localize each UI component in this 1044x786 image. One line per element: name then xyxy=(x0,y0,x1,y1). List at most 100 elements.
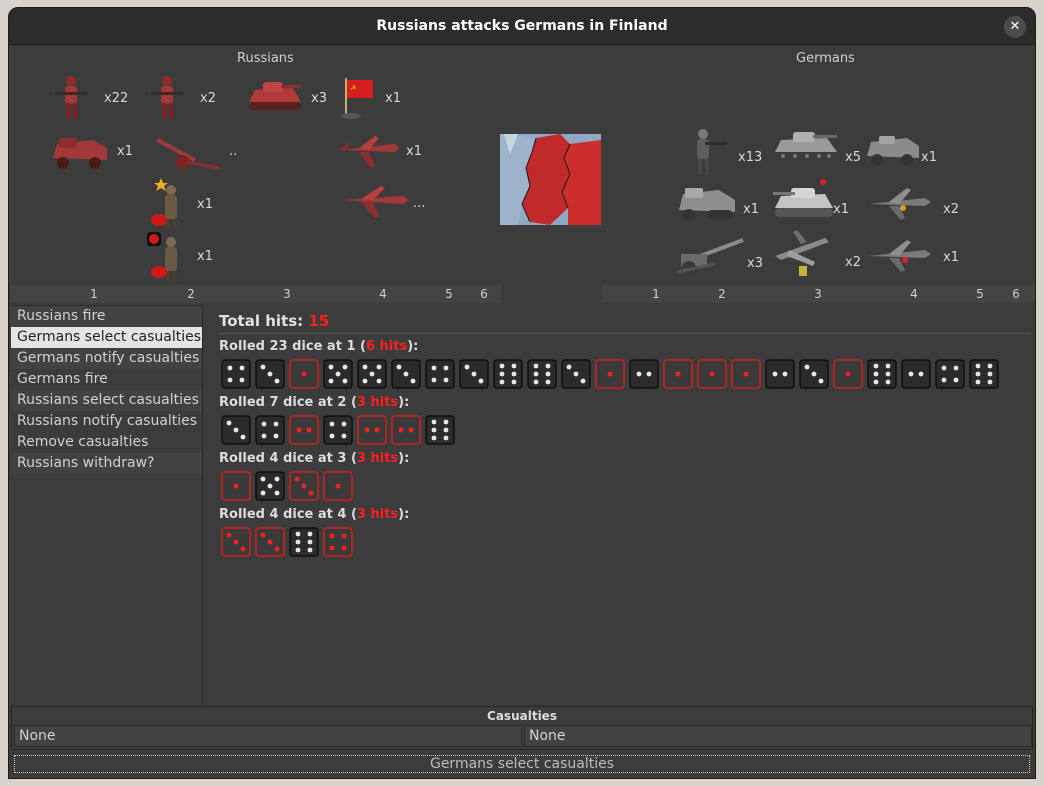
die-pip xyxy=(341,533,347,539)
die-pip xyxy=(431,435,437,441)
die-pip xyxy=(941,365,947,371)
die-pip xyxy=(533,379,539,385)
dice-row xyxy=(221,527,1031,557)
roll-suffix: ): xyxy=(398,507,410,522)
die-pip xyxy=(260,364,266,370)
dice-row xyxy=(221,359,1031,389)
die-pip xyxy=(296,427,302,433)
die-pip xyxy=(273,433,279,439)
die-pip xyxy=(335,371,341,377)
step-item[interactable]: Germans notify casualties xyxy=(11,348,202,369)
unit-count: x2 xyxy=(845,255,861,270)
step-item[interactable]: Germans fire xyxy=(11,369,202,390)
die-pip xyxy=(533,371,539,377)
roll-heading: Rolled 4 dice at 3 (3 hits): xyxy=(219,451,1031,466)
die-hit-icon xyxy=(323,471,353,501)
die-pip xyxy=(499,379,505,385)
infantry-icon xyxy=(55,76,87,119)
roll-suffix: ): xyxy=(407,339,419,354)
die-pip xyxy=(873,379,879,385)
die-miss-icon xyxy=(527,359,557,389)
die-miss-icon xyxy=(323,415,353,445)
die-pip xyxy=(782,371,788,377)
die-pip xyxy=(260,532,266,538)
die-pip xyxy=(987,363,993,369)
heavy-tank-icon xyxy=(773,179,833,217)
step-item[interactable]: Russians withdraw? xyxy=(11,453,202,474)
column-number: 1 xyxy=(652,287,660,301)
die-pip xyxy=(545,379,551,385)
roll-suffix: ): xyxy=(398,451,410,466)
die-pip xyxy=(804,364,810,370)
bomber-icon xyxy=(775,230,829,276)
die-pip xyxy=(329,421,335,427)
die-pip xyxy=(308,490,314,496)
fighter-ace-icon xyxy=(869,240,931,272)
die-pip xyxy=(885,379,891,385)
step-item-active[interactable]: Germans select casualties xyxy=(11,327,202,348)
die-pip xyxy=(431,419,437,425)
roll-prefix: Rolled 23 dice at 1 ( xyxy=(219,339,366,354)
action-button[interactable]: Germans select casualties xyxy=(14,755,1030,773)
die-pip xyxy=(364,427,370,433)
die-pip xyxy=(873,363,879,369)
roll-heading: Rolled 4 dice at 4 (3 hits): xyxy=(219,507,1031,522)
die-pip xyxy=(239,365,245,371)
die-hit-icon xyxy=(595,359,625,389)
die-miss-icon xyxy=(901,359,931,389)
die-pip xyxy=(709,371,715,377)
column-number: 1 xyxy=(90,287,98,301)
unit-count: x2 xyxy=(200,91,216,106)
total-hits: Total hits: 15 xyxy=(219,312,1031,330)
step-item[interactable]: Russians fire xyxy=(11,306,202,327)
die-pip xyxy=(329,433,335,439)
die-pip xyxy=(443,365,449,371)
die-pip xyxy=(398,427,404,433)
die-miss-icon xyxy=(255,359,285,389)
step-item[interactable]: Russians select casualties xyxy=(11,390,202,411)
close-button[interactable]: ✕ xyxy=(1004,16,1026,38)
die-pip xyxy=(307,531,313,537)
unit-count: x1 xyxy=(406,144,422,159)
die-pip xyxy=(329,533,335,539)
unit-count: ... xyxy=(413,196,426,211)
infantry-icon xyxy=(697,129,727,175)
die-pip xyxy=(533,363,539,369)
die-pip xyxy=(675,371,681,377)
die-pip xyxy=(772,371,778,377)
die-hit-icon xyxy=(323,527,353,557)
die-pip xyxy=(376,378,382,384)
divider xyxy=(219,333,1031,334)
die-pip xyxy=(885,371,891,377)
die-hit-icon xyxy=(255,527,285,557)
die-pip xyxy=(499,371,505,377)
die-miss-icon xyxy=(221,359,251,389)
die-miss-icon xyxy=(221,415,251,445)
die-pip xyxy=(975,371,981,377)
die-hit-icon xyxy=(221,527,251,557)
step-item[interactable]: Remove casualties xyxy=(11,432,202,453)
die-hit-icon xyxy=(391,415,421,445)
artillery-icon xyxy=(676,238,744,275)
halftrack-icon xyxy=(679,188,735,221)
die-pip xyxy=(885,363,891,369)
die-pip xyxy=(987,379,993,385)
die-pip xyxy=(294,476,300,482)
die-pip xyxy=(845,371,851,377)
die-pip xyxy=(227,377,233,383)
die-hit-icon xyxy=(289,415,319,445)
die-pip xyxy=(341,421,347,427)
fighter-icon xyxy=(341,136,399,168)
die-pip xyxy=(646,371,652,377)
die-miss-icon xyxy=(765,359,795,389)
die-pip xyxy=(306,427,312,433)
die-pip xyxy=(499,363,505,369)
die-pip xyxy=(975,379,981,385)
step-item[interactable]: Russians notify casualties xyxy=(11,411,202,432)
svg-text:☭: ☭ xyxy=(350,84,356,92)
die-pip xyxy=(341,545,347,551)
battle-window: Russians attacks Germans in Finland ✕ Ru… xyxy=(8,7,1036,779)
unit-count: x1 xyxy=(197,249,213,264)
titlebar: Russians attacks Germans in Finland ✕ xyxy=(9,8,1035,45)
die-pip xyxy=(301,371,307,377)
